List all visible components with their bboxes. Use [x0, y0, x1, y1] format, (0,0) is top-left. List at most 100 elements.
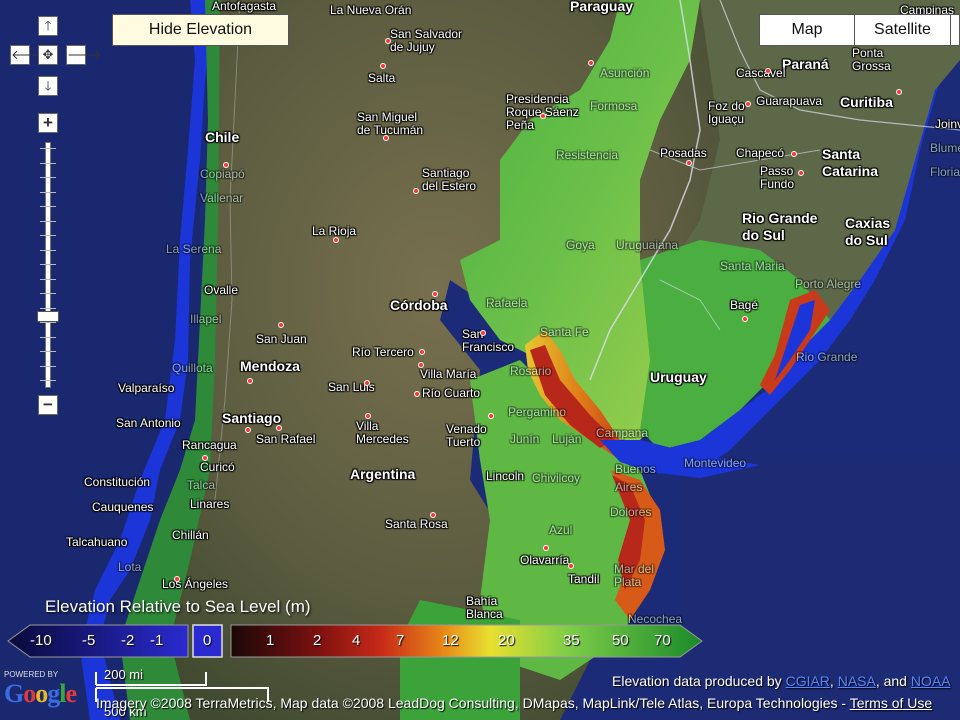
- elevation-credit-and: and: [883, 673, 907, 689]
- zoom-slider-tick: [40, 365, 56, 367]
- city-label: Rancagua: [182, 438, 237, 452]
- city-marker: [745, 101, 751, 107]
- country-label: Chile: [205, 129, 240, 145]
- region-label: Santa Catarina: [822, 146, 879, 179]
- pan-down-button[interactable]: 🡓: [38, 76, 58, 96]
- city-label: Los Ángeles: [162, 577, 229, 591]
- city-label: Río Tercero: [352, 345, 414, 359]
- city-label: Asunción: [600, 66, 650, 80]
- city-marker: [223, 162, 229, 168]
- city-marker: [488, 413, 494, 419]
- legend-positive-label: 20: [498, 632, 515, 649]
- attribution-text: Imagery ©2008 TerraMetrics, Map data ©20…: [96, 695, 847, 711]
- city-label: Venado Tuerto: [446, 422, 487, 449]
- nasa-link[interactable]: NASA: [838, 673, 876, 689]
- city-label: Santiago del Estero: [422, 166, 477, 193]
- elevation-credit-prefix: Elevation data produced by: [612, 673, 782, 689]
- city-label: Villa Mercedes: [356, 419, 409, 446]
- city-marker: [385, 38, 391, 44]
- pan-right-button[interactable]: 🡒: [66, 45, 102, 65]
- city-label: Resistencia: [556, 148, 619, 162]
- city-label: Córdoba: [390, 297, 448, 313]
- legend-title: Elevation Relative to Sea Level (m): [45, 597, 311, 616]
- zoom-in-button[interactable]: +: [38, 113, 58, 133]
- city-marker: [430, 512, 436, 518]
- city-label: Antofagasta: [212, 0, 277, 13]
- city-label: Ponta Grossa: [852, 46, 891, 73]
- city-label: Azul: [549, 523, 573, 537]
- legend-positive-label: 35: [563, 632, 580, 649]
- city-marker: [380, 63, 386, 69]
- city-label: Buenos Aires: [615, 462, 656, 494]
- city-label: Linares: [190, 497, 230, 511]
- city-label: Caxias do Sul: [845, 215, 891, 248]
- city-label: Porto Alegre: [795, 277, 862, 291]
- zoom-slider-tick: [40, 293, 56, 294]
- city-marker: [174, 576, 180, 582]
- country-label: Argentina: [350, 466, 416, 482]
- city-marker: [278, 322, 284, 328]
- city-marker: [247, 378, 253, 384]
- pan-left-button[interactable]: 🡐: [10, 45, 46, 65]
- city-label: Cascavel: [736, 66, 786, 80]
- city-label: La Nueva Orán: [330, 3, 412, 17]
- zoom-slider-thumb[interactable]: [37, 311, 59, 323]
- pan-up-button[interactable]: 🡑: [38, 16, 58, 36]
- map-type-map-button[interactable]: Map: [759, 14, 855, 46]
- map-type-satellite-button[interactable]: Satellite: [854, 14, 951, 46]
- city-label: Ovalle: [204, 283, 239, 297]
- zoom-slider-tick: [40, 249, 56, 251]
- city-marker: [540, 113, 546, 119]
- city-label: Luján: [552, 432, 582, 446]
- zoom-slider-tick: [40, 307, 56, 309]
- noaa-link[interactable]: NOAA: [911, 673, 951, 689]
- city-label: Salta: [368, 71, 396, 85]
- city-label: Mar del Plata: [614, 562, 655, 589]
- legend-positive-label: 2: [313, 632, 322, 649]
- elevation-credit: Elevation data produced by CGIAR, NASA, …: [612, 673, 951, 689]
- city-label: Formosa: [590, 99, 638, 113]
- city-label: San Salvador de Jujuy: [390, 27, 463, 54]
- pan-center-button[interactable]: ✥: [38, 45, 58, 65]
- zoom-slider-tick: [40, 264, 56, 265]
- city-label: Bagé: [730, 298, 759, 312]
- legend-negative-label: -5: [82, 632, 96, 649]
- city-label: Rafaela: [486, 296, 528, 310]
- city-marker: [414, 391, 420, 397]
- hide-elevation-button[interactable]: Hide Elevation: [112, 14, 289, 46]
- cgiar-link[interactable]: CGIAR: [786, 673, 830, 689]
- country-label: Uruguay: [650, 369, 707, 385]
- city-label: Curitiba: [840, 94, 893, 110]
- city-label: Lota: [118, 560, 142, 574]
- city-label: Vallenar: [200, 191, 244, 205]
- city-label: Santiago: [222, 410, 282, 426]
- city-label: Santa Maria: [720, 259, 785, 273]
- terms-of-use-link[interactable]: Terms of Use: [850, 695, 932, 711]
- city-label: San Francisco: [462, 327, 515, 354]
- city-marker: [383, 135, 389, 141]
- region-label: Paraná: [782, 56, 829, 72]
- zoom-slider-tick: [40, 278, 56, 280]
- google-logo[interactable]: Google: [4, 679, 77, 709]
- city-label: Junín: [510, 432, 540, 446]
- city-label: San Miguel de Tucumán: [357, 110, 424, 137]
- legend-positive-label: 7: [396, 632, 405, 649]
- city-label: Santa Fe: [540, 325, 589, 339]
- city-label: Constitución: [84, 475, 151, 489]
- city-label: La Serena: [166, 242, 222, 256]
- city-label: Santa Rosa: [385, 517, 448, 531]
- city-label: Campana: [596, 426, 649, 440]
- city-label: Chapecó: [736, 146, 785, 160]
- city-marker: [413, 188, 419, 194]
- zoom-slider-tick: [40, 235, 56, 236]
- city-label: Florianópolis: [930, 165, 960, 179]
- zoom-slider-tick: [40, 148, 56, 149]
- zoom-slider-tick: [40, 380, 56, 381]
- city-marker: [202, 455, 208, 461]
- zoom-out-button[interactable]: −: [38, 395, 58, 415]
- city-marker: [432, 291, 438, 297]
- city-label: Talca: [187, 478, 216, 492]
- city-marker: [480, 330, 486, 336]
- map-type-hybrid-button[interactable]: [950, 14, 960, 46]
- city-marker: [543, 545, 549, 551]
